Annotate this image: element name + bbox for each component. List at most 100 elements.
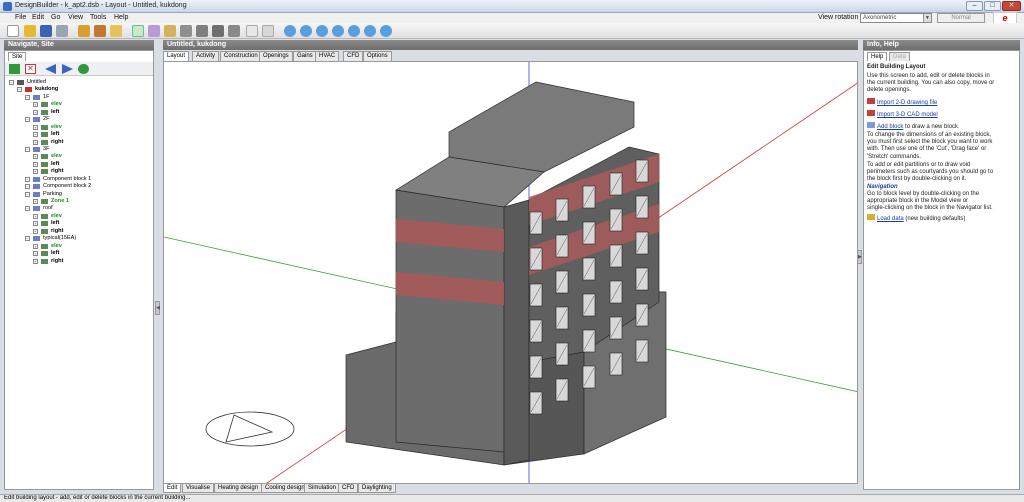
tree-item[interactable]: + elev [5, 243, 153, 250]
save-icon[interactable] [40, 25, 52, 37]
view-rotation-select[interactable]: Axonometric ▼ [860, 13, 932, 23]
menu-edit[interactable]: Edit [32, 14, 44, 21]
extrude-icon[interactable] [196, 25, 208, 37]
menu-file[interactable]: File [15, 14, 26, 21]
cut-icon[interactable] [94, 25, 106, 37]
expand-toggle-icon[interactable]: − [25, 94, 30, 100]
refresh-icon[interactable] [78, 64, 89, 74]
tree-item[interactable]: − 1F [5, 94, 153, 101]
expand-toggle-icon[interactable]: + [33, 132, 38, 138]
tree-item[interactable]: + left [5, 131, 153, 138]
expand-toggle-icon[interactable]: + [33, 109, 38, 115]
tree-item[interactable]: − Component block 2 [5, 183, 153, 190]
expand-toggle-icon[interactable]: + [33, 161, 38, 167]
tab-help[interactable]: Help [867, 52, 888, 61]
expand-toggle-icon[interactable]: + [33, 199, 38, 204]
tab-gains[interactable]: Gains [293, 51, 317, 61]
tab-simulation[interactable]: Simulation [304, 484, 341, 493]
tab-layout[interactable]: Layout [163, 51, 190, 61]
expand-toggle-icon[interactable]: − [25, 191, 30, 197]
menu-view[interactable]: View [68, 14, 83, 21]
tree-item[interactable]: + right [5, 139, 153, 146]
tab-visualise[interactable]: Visualise [182, 484, 214, 493]
tab-daylighting[interactable]: Daylighting [358, 484, 396, 493]
expand-toggle-icon[interactable]: − [9, 80, 14, 85]
select-arrow-icon[interactable] [132, 25, 144, 37]
expand-toggle-icon[interactable]: − [17, 87, 22, 93]
tab-site[interactable]: Site [8, 52, 27, 61]
normal-box[interactable]: Normal [937, 13, 985, 23]
model-viewport[interactable] [163, 61, 858, 484]
tools-icon[interactable] [78, 25, 90, 37]
delete-icon[interactable]: ✕ [25, 64, 36, 74]
tree-item[interactable]: + Zone 1 [5, 198, 153, 205]
tower-edge-face[interactable] [503, 199, 530, 466]
expand-toggle-icon[interactable]: − [25, 146, 30, 152]
expand-toggle-icon[interactable]: + [33, 258, 38, 264]
tab-activity[interactable]: Activity [192, 51, 220, 61]
tree-item[interactable]: + right [5, 258, 153, 265]
tree-item[interactable]: − 2F [5, 116, 153, 123]
zoom-previous-icon[interactable] [380, 25, 392, 37]
expand-toggle-icon[interactable]: + [33, 228, 38, 234]
new-file-icon[interactable] [7, 25, 19, 37]
zoom-window-icon[interactable] [348, 25, 360, 37]
tab-openings[interactable]: Openings [259, 51, 293, 61]
expand-toggle-icon[interactable]: + [33, 124, 38, 130]
menu-tools[interactable]: Tools [90, 14, 106, 21]
tab-heating-design[interactable]: Heating design [214, 484, 263, 493]
expand-toggle-icon[interactable]: + [33, 169, 38, 175]
expand-toggle-icon[interactable]: − [25, 117, 30, 123]
expand-toggle-icon[interactable]: − [25, 206, 30, 212]
tree-item[interactable]: + elev [5, 101, 153, 108]
tab-options[interactable]: Options [363, 51, 392, 61]
expand-toggle-icon[interactable]: − [25, 236, 30, 242]
tab-cfd[interactable]: CFD [338, 484, 359, 493]
collapse-right-handle[interactable]: ▶ [857, 250, 862, 264]
tree-item[interactable]: + left [5, 109, 153, 116]
rotate-icon[interactable] [284, 25, 296, 37]
tree-item[interactable]: + right [5, 168, 153, 175]
expand-toggle-icon[interactable]: + [33, 221, 38, 227]
tree-item[interactable]: − kukdong [5, 86, 153, 93]
tree-item[interactable]: − Component block 1 [5, 176, 153, 183]
expand-toggle-icon[interactable]: + [33, 154, 38, 160]
menu-go[interactable]: Go [51, 14, 60, 21]
menu-help[interactable]: Help [114, 14, 128, 21]
minimize-button[interactable]: – [966, 1, 983, 11]
expand-toggle-icon[interactable]: + [33, 213, 38, 219]
draw-icon[interactable] [164, 25, 176, 37]
close-button[interactable]: ✕ [1002, 1, 1021, 11]
expand-toggle-icon[interactable]: + [33, 251, 38, 257]
upper-roof-block[interactable] [448, 81, 635, 173]
load-data-link[interactable]: Load data [877, 216, 904, 222]
print-icon[interactable] [56, 25, 68, 37]
add-block-link[interactable]: Add block [877, 124, 903, 130]
forward-icon[interactable] [62, 64, 73, 74]
tab-hvac[interactable]: HVAC [315, 51, 340, 61]
tree-item[interactable]: − Untitled [5, 79, 153, 86]
tree-item[interactable]: + left [5, 220, 153, 227]
tree-item[interactable]: + elev [5, 124, 153, 131]
tree-item[interactable]: − typical(15EA) [5, 235, 153, 242]
expand-toggle-icon[interactable]: − [25, 176, 30, 182]
tree-item[interactable]: + left [5, 250, 153, 257]
building-model-view[interactable] [164, 62, 858, 484]
zoom-in-icon[interactable] [316, 25, 328, 37]
import-3d-link[interactable]: Import 3-D CAD model [877, 112, 938, 118]
tab-data[interactable]: Data [889, 52, 910, 61]
expand-toggle-icon[interactable]: − [25, 184, 30, 190]
expand-toggle-icon[interactable]: + [33, 102, 38, 108]
tree-item[interactable]: + elev [5, 153, 153, 160]
tree-item[interactable]: − Parking [5, 191, 153, 198]
tree-item[interactable]: − 3F [5, 146, 153, 153]
tab-construction[interactable]: Construction [220, 51, 262, 61]
protractor-icon[interactable] [262, 25, 274, 37]
back-icon[interactable] [45, 64, 56, 74]
tree-item[interactable]: + right [5, 228, 153, 235]
zoom-out-icon[interactable] [332, 25, 344, 37]
drag-face-icon[interactable] [212, 25, 224, 37]
expand-toggle-icon[interactable]: + [33, 139, 38, 145]
measure-icon[interactable] [246, 25, 258, 37]
open-folder-icon[interactable] [24, 25, 36, 37]
